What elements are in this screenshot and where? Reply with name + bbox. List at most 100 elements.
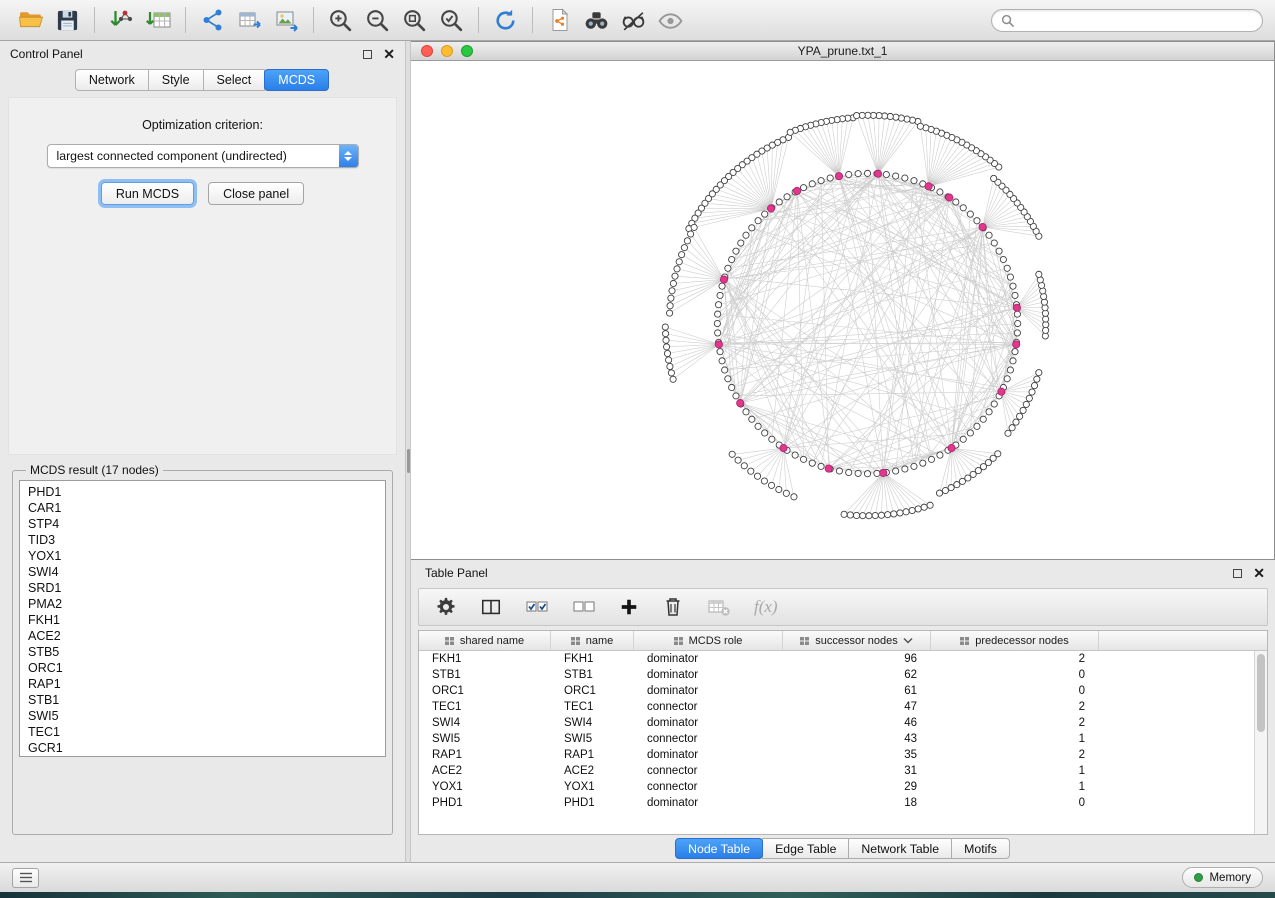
criterion-dropdown[interactable]: largest connected component (undirected) — [47, 144, 359, 168]
network-canvas[interactable] — [411, 61, 1274, 559]
search-box[interactable] — [991, 9, 1263, 32]
tab-node-table[interactable]: Node Table — [675, 838, 763, 859]
network-node-dominator[interactable] — [835, 173, 842, 180]
table-row[interactable]: ACE2ACE2connector311 — [419, 763, 1267, 779]
delete-button[interactable] — [662, 596, 684, 618]
close-panel-button-action[interactable]: Close panel — [208, 182, 304, 205]
mcds-result-item[interactable]: FKH1 — [20, 612, 385, 628]
column-header-name[interactable]: name — [551, 631, 634, 650]
network-node-dominator[interactable] — [715, 341, 722, 348]
mcds-result-item[interactable]: SRD1 — [20, 580, 385, 596]
column-header-predecessor-nodes[interactable]: predecessor nodes — [931, 631, 1099, 650]
network-node-dominator[interactable] — [979, 223, 986, 230]
memory-button[interactable]: Memory — [1182, 867, 1263, 888]
splitter-handle-icon[interactable] — [407, 449, 410, 473]
open-folder-button[interactable] — [12, 4, 49, 36]
table-row[interactable]: STB1STB1dominator620 — [419, 667, 1267, 683]
document-network-button[interactable] — [541, 4, 578, 36]
zoom-in-button[interactable] — [322, 4, 359, 36]
table-row[interactable]: ORC1ORC1dominator610 — [419, 683, 1267, 699]
maximize-window-button[interactable] — [461, 45, 473, 57]
table-row[interactable]: YOX1YOX1connector291 — [419, 779, 1267, 795]
network-node-dominator[interactable] — [925, 183, 932, 190]
tab-network[interactable]: Network — [75, 69, 149, 91]
mcds-result-item[interactable]: GCR1 — [20, 740, 385, 756]
mcds-result-list[interactable]: PHD1CAR1STP4TID3YOX1SWI4SRD1PMA2FKH1ACE2… — [19, 480, 386, 757]
hide-button[interactable] — [615, 4, 652, 36]
mcds-result-item[interactable]: RAP1 — [20, 676, 385, 692]
tab-motifs[interactable]: Motifs — [951, 838, 1010, 859]
network-node-dominator[interactable] — [880, 469, 887, 476]
run-mcds-button[interactable]: Run MCDS — [101, 182, 194, 205]
table-scrollbar[interactable] — [1254, 651, 1267, 834]
zoom-selected-button[interactable] — [433, 4, 470, 36]
network-node-dominator[interactable] — [825, 465, 832, 472]
mcds-result-item[interactable]: STB1 — [20, 692, 385, 708]
network-node-dominator[interactable] — [780, 444, 787, 451]
save-button[interactable] — [49, 4, 86, 36]
function-button[interactable]: f(x) — [754, 597, 778, 617]
mcds-result-item[interactable]: PHD1 — [20, 484, 385, 500]
network-window-titlebar[interactable]: YPA_prune.txt_1 — [411, 42, 1274, 61]
mcds-result-item[interactable]: SWI4 — [20, 564, 385, 580]
column-header-mcds-role[interactable]: MCDS role — [634, 631, 783, 650]
export-image-button[interactable] — [268, 4, 305, 36]
tab-edge-table[interactable]: Edge Table — [762, 838, 849, 859]
table-settings-button[interactable] — [435, 596, 457, 618]
float-panel-button[interactable] — [363, 50, 372, 59]
node-table-body[interactable]: FKH1FKH1dominator962STB1STB1dominator620… — [419, 651, 1267, 834]
binoculars-button[interactable] — [578, 4, 615, 36]
import-network-button[interactable] — [103, 4, 140, 36]
mcds-result-item[interactable]: PMA2 — [20, 596, 385, 612]
network-node-dominator[interactable] — [948, 444, 955, 451]
tab-select[interactable]: Select — [203, 69, 266, 91]
tab-mcds[interactable]: MCDS — [264, 69, 329, 91]
close-window-button[interactable] — [421, 45, 433, 57]
import-table-button[interactable] — [140, 4, 177, 36]
show-button[interactable] — [652, 4, 689, 36]
mcds-result-item[interactable]: TEC1 — [20, 724, 385, 740]
mcds-result-item[interactable]: CAR1 — [20, 500, 385, 516]
tab-network-table[interactable]: Network Table — [848, 838, 952, 859]
mcds-result-item[interactable]: SWI5 — [20, 708, 385, 724]
close-panel-button[interactable]: ✕ — [383, 47, 395, 61]
show-columns-button[interactable] — [480, 596, 502, 618]
vertical-splitter[interactable] — [405, 41, 411, 862]
network-node-dominator[interactable] — [720, 276, 727, 283]
network-node-dominator[interactable] — [793, 187, 800, 194]
refresh-button[interactable] — [487, 4, 524, 36]
table-row[interactable]: RAP1RAP1dominator352 — [419, 747, 1267, 763]
network-node-dominator[interactable] — [874, 170, 881, 177]
mcds-result-item[interactable]: STB5 — [20, 644, 385, 660]
search-input[interactable] — [1020, 13, 1253, 27]
column-header-successor-nodes[interactable]: successor nodes — [783, 631, 931, 650]
zoom-out-button[interactable] — [359, 4, 396, 36]
table-row[interactable]: TEC1TEC1connector472 — [419, 699, 1267, 715]
table-row[interactable]: PHD1PHD1dominator180 — [419, 795, 1267, 811]
mcds-result-item[interactable]: YOX1 — [20, 548, 385, 564]
tab-style[interactable]: Style — [148, 69, 204, 91]
select-all-button[interactable] — [525, 596, 549, 618]
export-network-button[interactable] — [194, 4, 231, 36]
minimize-window-button[interactable] — [441, 45, 453, 57]
network-graph[interactable] — [411, 61, 1274, 559]
network-node-dominator[interactable] — [998, 388, 1005, 395]
network-node-dominator[interactable] — [737, 400, 744, 407]
network-node-dominator[interactable] — [946, 194, 953, 201]
table-row[interactable]: SWI4SWI4dominator462 — [419, 715, 1267, 731]
show-panels-button[interactable] — [12, 868, 39, 888]
table-row[interactable]: FKH1FKH1dominator962 — [419, 651, 1267, 667]
zoom-fit-button[interactable] — [396, 4, 433, 36]
column-header-shared-name[interactable]: shared name — [419, 631, 551, 650]
mcds-result-item[interactable]: TID3 — [20, 532, 385, 548]
delete-table-button[interactable] — [707, 596, 731, 618]
network-node-dominator[interactable] — [767, 205, 774, 212]
deselect-all-button[interactable] — [572, 596, 596, 618]
close-table-panel-button[interactable]: ✕ — [1253, 566, 1265, 580]
mcds-result-item[interactable]: STP4 — [20, 516, 385, 532]
network-node-dominator[interactable] — [1013, 304, 1020, 311]
network-node-dominator[interactable] — [1013, 341, 1020, 348]
scrollbar-thumb[interactable] — [1257, 654, 1265, 732]
table-row[interactable]: SWI5SWI5connector431 — [419, 731, 1267, 747]
mcds-result-item[interactable]: ORC1 — [20, 660, 385, 676]
